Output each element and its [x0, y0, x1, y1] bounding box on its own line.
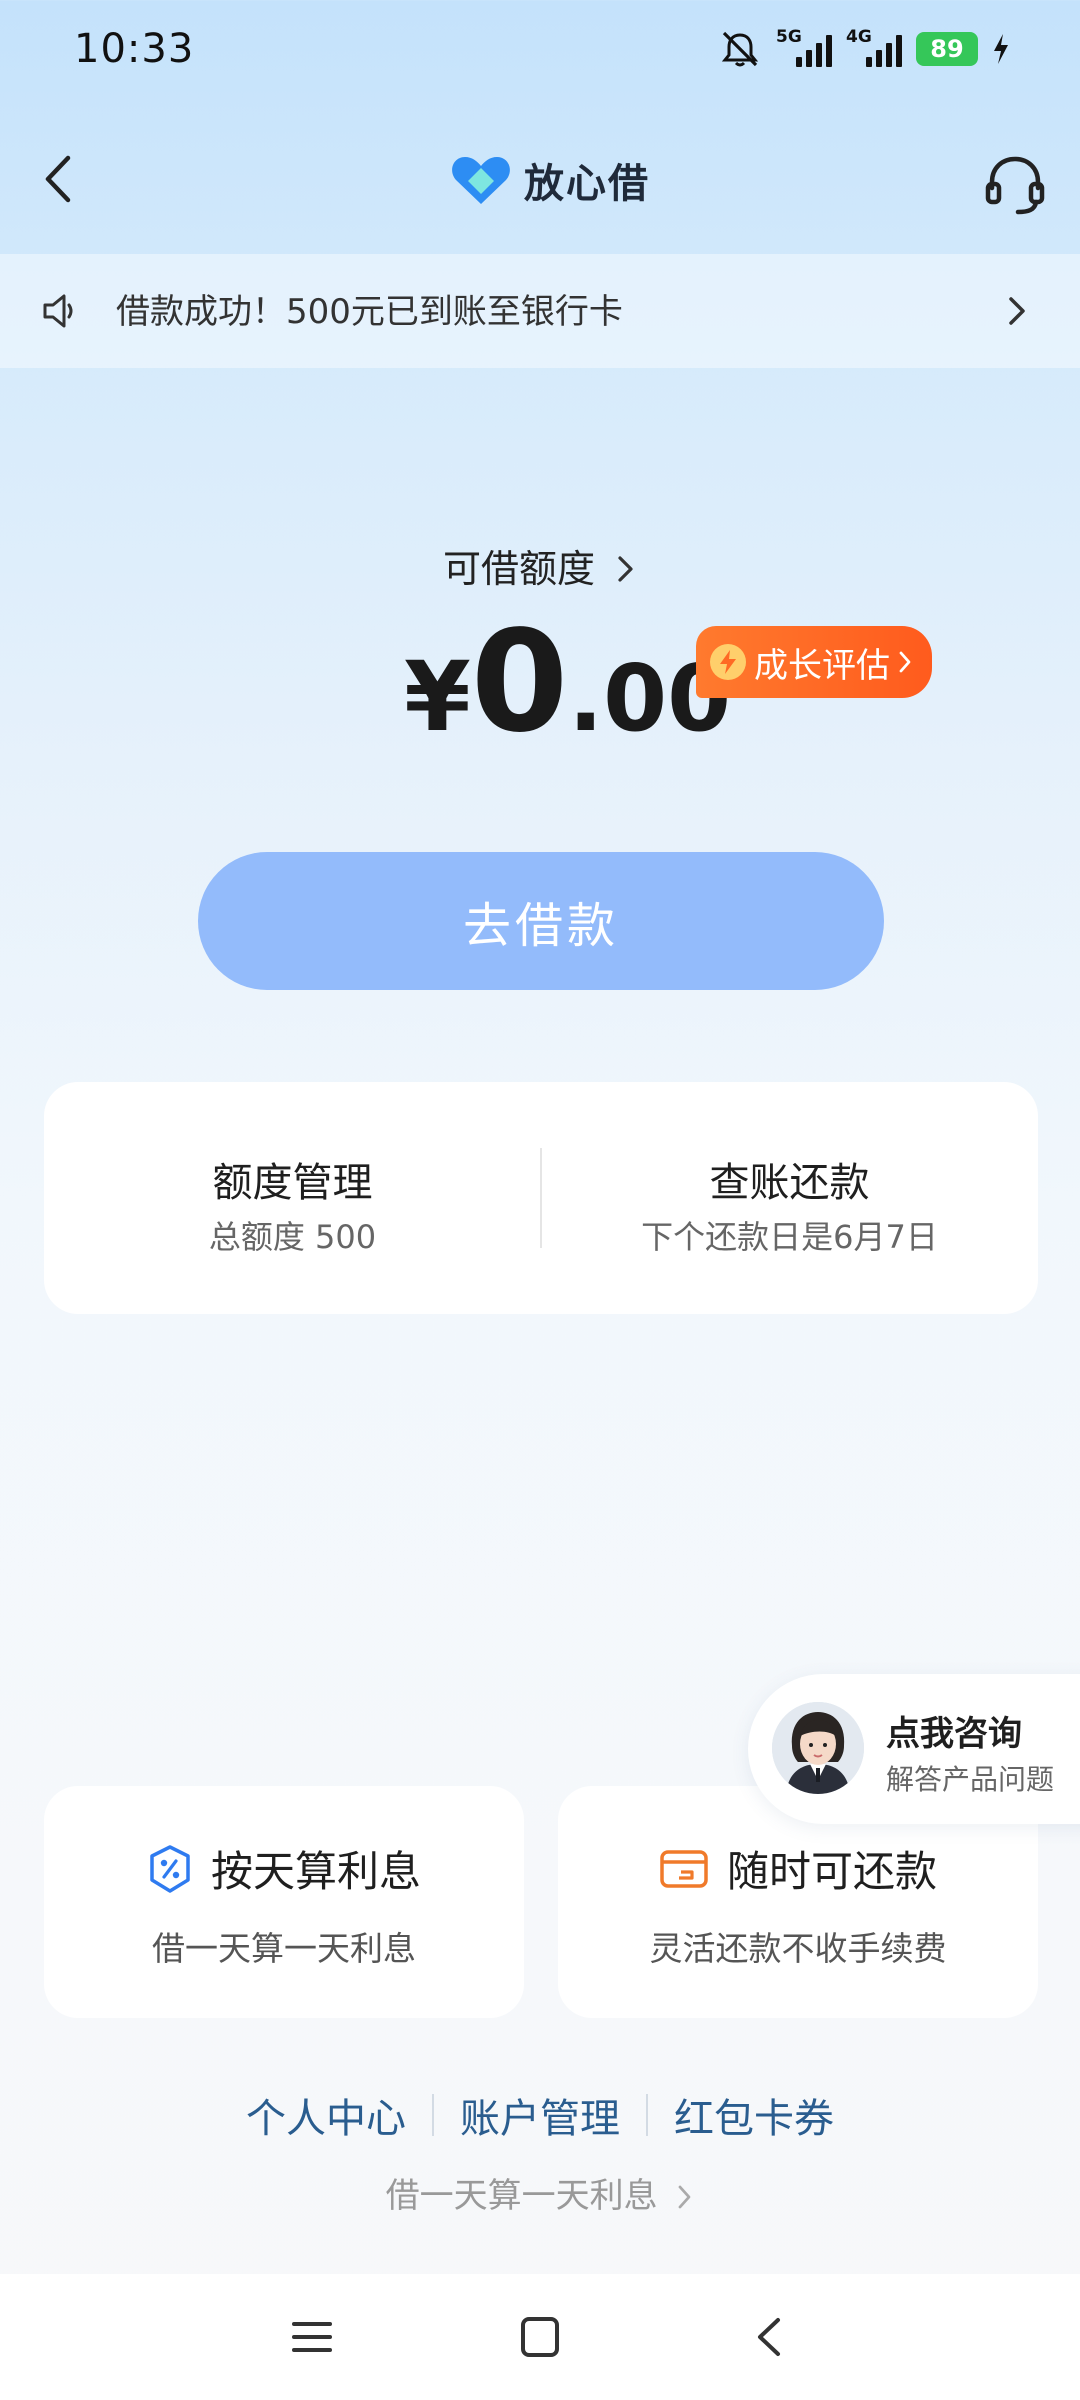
chevron-right-icon — [899, 651, 911, 673]
wallet-icon — [660, 1849, 708, 1888]
chevron-right-icon — [618, 556, 633, 582]
chevron-right-icon — [1009, 297, 1025, 325]
battery-icon: 89 — [916, 32, 978, 66]
feature-card-daily-interest: 按天算利息 借一天算一天利息 — [44, 1786, 524, 2018]
feature-title: 按天算利息 — [210, 1847, 421, 1896]
system-nav-bar — [0, 2274, 1080, 2400]
chevron-right-icon — [679, 2185, 691, 2209]
borrow-button[interactable]: 去借款 — [198, 852, 884, 990]
link-coupons[interactable]: 红包卡券 — [648, 2086, 860, 2144]
avatar — [772, 1702, 864, 1794]
manage-card: 额度管理 总额度 500 查账还款 下个还款日是6月7日 — [44, 1082, 1038, 1314]
link-personal-center[interactable]: 个人中心 — [220, 2086, 432, 2144]
brand: 放心借 — [450, 150, 650, 210]
consult-button[interactable]: 点我咨询 解答产品问题 — [748, 1674, 1080, 1824]
mute-icon — [721, 31, 759, 67]
signal-5g-icon: 5G — [776, 27, 832, 67]
brand-logo-icon — [452, 157, 510, 204]
tagline[interactable]: 借一天算一天利息 — [0, 2168, 1080, 2217]
feature-title: 随时可还款 — [726, 1847, 937, 1896]
bill-repayment[interactable]: 查账还款 下个还款日是6月7日 — [541, 1082, 1038, 1314]
back-icon[interactable] — [740, 2312, 800, 2362]
percent-shield-icon — [150, 1844, 190, 1893]
link-account-management[interactable]: 账户管理 — [434, 2086, 646, 2144]
status-time: 10:33 — [74, 26, 195, 72]
notice-text: 借款成功！500元已到账至银行卡 — [116, 292, 623, 332]
available-amount: ¥ 0 .00 — [404, 608, 731, 758]
back-arrow-icon[interactable] — [30, 144, 90, 214]
app-header: 放心借 — [0, 100, 1080, 254]
brand-name: 放心借 — [524, 161, 650, 207]
bill-repayment-title: 查账还款 — [709, 1160, 870, 1206]
status-icons: 5G 4G 89 — [718, 24, 1010, 74]
signal-4g-icon: 4G — [846, 27, 902, 67]
tagline-text: 借一天算一天利息 — [385, 2176, 658, 2216]
speaker-icon — [43, 294, 73, 328]
growth-assessment-badge[interactable]: 成长评估 — [696, 626, 932, 698]
footer-links: 个人中心 账户管理 红包卡券 — [0, 2086, 1080, 2144]
lightning-icon — [710, 644, 746, 680]
consult-subtitle: 解答产品问题 — [886, 1763, 1055, 1796]
headset-icon[interactable] — [980, 150, 1050, 220]
status-bar: 10:33 5G 4G 89 — [0, 0, 1080, 100]
credit-management[interactable]: 额度管理 总额度 500 — [44, 1082, 541, 1314]
charging-icon — [994, 34, 1008, 64]
currency-symbol: ¥ — [404, 641, 471, 753]
consult-title: 点我咨询 — [886, 1714, 1022, 1754]
amount-integer: 0 — [470, 601, 569, 764]
home-icon[interactable] — [510, 2312, 570, 2362]
credit-management-title: 额度管理 — [212, 1160, 373, 1206]
credit-label-text: 可借额度 — [442, 547, 595, 591]
notice-bar[interactable]: 借款成功！500元已到账至银行卡 — [0, 254, 1080, 368]
credit-label[interactable]: 可借额度 — [0, 538, 1080, 593]
menu-icon[interactable] — [282, 2312, 342, 2362]
next-repayment-date: 下个还款日是6月7日 — [641, 1218, 938, 1256]
feature-subtitle: 借一天算一天利息 — [152, 1929, 416, 1968]
feature-subtitle: 灵活还款不收手续费 — [649, 1929, 947, 1968]
growth-label: 成长评估 — [754, 645, 890, 686]
total-credit: 总额度 500 — [208, 1218, 377, 1256]
